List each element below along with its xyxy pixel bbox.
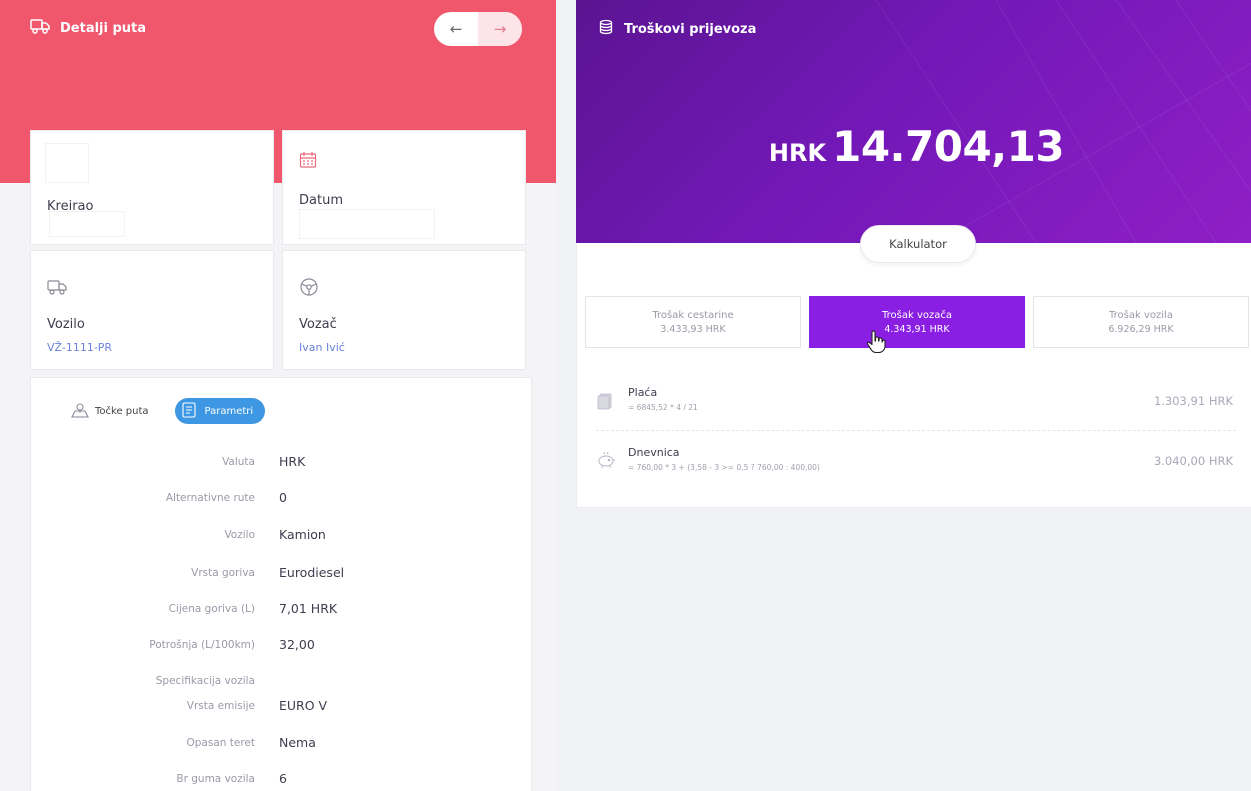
trip-details-title-text: Detalji puta: [60, 20, 147, 36]
param-row-emission: Vrsta emisije EURO V: [31, 696, 533, 716]
total-cost: HRK 14.704,13: [576, 122, 1251, 171]
steering-wheel-icon: [299, 277, 319, 301]
param-value: Eurodiesel: [279, 565, 345, 580]
param-row-hazardous: Opasan teret Nema: [31, 733, 533, 753]
vehicle-card: Vozilo VŽ-1111-PR: [30, 250, 274, 370]
forward-arrow-button[interactable]: →: [478, 12, 522, 46]
param-value: 7,01 HRK: [279, 601, 338, 616]
param-key: Br guma vozila: [176, 773, 255, 785]
param-value: 6: [279, 771, 287, 786]
param-section-heading: Specifikacija vozila: [155, 675, 255, 687]
trip-params-card: Točke puta Parametri Valuta HRK Alternat…: [30, 377, 532, 791]
transport-costs-title: Troškovi prijevoza: [598, 19, 756, 39]
cost-item-amount: 1.303,91 HRK: [1153, 394, 1233, 408]
param-key: Valuta: [222, 456, 255, 468]
driver-name-link[interactable]: Ivan Ivić: [299, 341, 345, 354]
cost-item-amount: 3.040,00 HRK: [1153, 454, 1233, 468]
param-key: Potrošnja (L/100km): [149, 639, 255, 651]
param-row-fuel-price: Cijena goriva (L) 7,01 HRK: [31, 599, 533, 619]
cost-item-formula: = 6845,52 * 4 / 21: [628, 403, 698, 412]
tab-waypoints-label: Točke puta: [95, 405, 149, 417]
total-currency: HRK: [768, 139, 827, 167]
vehicle-plate-link[interactable]: VŽ-1111-PR: [47, 341, 112, 354]
trip-details-title: Detalji puta: [30, 18, 146, 38]
vehicle-label: Vozilo: [47, 317, 85, 332]
map-icon: [71, 402, 89, 421]
money-stack-icon: [596, 392, 614, 414]
piggy-bank-icon: [596, 449, 616, 474]
driver-card: Vozač Ivan Ivić: [282, 250, 526, 370]
coins-icon: [598, 19, 614, 39]
transport-costs-header: Troškovi prijevoza HRK 14.704,13: [576, 0, 1251, 243]
date-value-placeholder: [299, 209, 435, 239]
cost-tab-name: Trošak vozila: [1109, 309, 1173, 321]
tab-parameters-label: Parametri: [204, 405, 254, 417]
cost-tab-name: Trošak cestarine: [652, 309, 734, 321]
cost-item-name: Plaća: [628, 386, 658, 399]
cost-tab-amount: 4.343,91 HRK: [884, 323, 950, 335]
param-value: Kamion: [279, 527, 326, 542]
param-value: 32,00: [279, 637, 315, 652]
total-value: 14.704,13: [832, 122, 1065, 171]
cost-tab-amount: 3.433,93 HRK: [660, 323, 726, 335]
avatar-placeholder: [45, 143, 89, 183]
calendar-icon: [299, 151, 317, 173]
transport-costs-title-text: Troškovi prijevoza: [624, 21, 757, 37]
param-key: Alternativne rute: [165, 492, 255, 504]
truck-icon: [30, 18, 50, 38]
param-row-currency: Valuta HRK: [31, 452, 533, 472]
cost-item-name: Dnevnica: [628, 446, 680, 459]
created-by-value-placeholder: [49, 211, 125, 237]
cost-item-formula: = 760,00 * 3 + (3,58 - 3 >= 0,5 ? 760,00…: [628, 463, 820, 472]
cost-tab-driver[interactable]: Trošak vozača 4.343,91 HRK: [809, 296, 1025, 348]
cost-tab-tolls[interactable]: Trošak cestarine 3.433,93 HRK: [585, 296, 801, 348]
param-row-tyres: Br guma vozila 6: [31, 769, 533, 789]
driver-label: Vozač: [299, 317, 337, 332]
param-row-vehicle-spec: Specifikacija vozila: [31, 671, 533, 691]
trip-nav-toggle: ← →: [434, 12, 522, 46]
params-tabs: Točke puta Parametri: [65, 398, 266, 424]
cost-row-daily-allowance: Dnevnica = 760,00 * 3 + (3,58 - 3 >= 0,5…: [576, 446, 1251, 490]
date-label: Datum: [299, 193, 343, 208]
cost-tab-name: Trošak vozača: [882, 309, 952, 321]
tab-parameters[interactable]: Parametri: [174, 398, 266, 424]
param-key: Vozilo: [224, 529, 255, 541]
cost-row-salary: Plaća = 6845,52 * 4 / 21 1.303,91 HRK: [576, 386, 1251, 430]
cost-tab-amount: 6.926,29 HRK: [1108, 323, 1174, 335]
param-key: Vrsta goriva: [191, 567, 255, 579]
created-by-card: Kreirao: [30, 130, 274, 245]
document-icon: [181, 401, 199, 421]
param-value: EURO V: [279, 698, 328, 713]
param-row-alt-routes: Alternativne rute 0: [31, 488, 533, 508]
cost-divider: [596, 430, 1236, 431]
back-arrow-button[interactable]: ←: [434, 12, 478, 46]
param-value: 0: [279, 490, 287, 505]
param-row-consumption: Potrošnja (L/100km) 32,00: [31, 635, 533, 655]
param-key: Opasan teret: [186, 737, 255, 749]
param-value: HRK: [279, 454, 306, 469]
param-value: Nema: [279, 735, 316, 750]
param-key: Vrsta emisije: [186, 700, 255, 712]
hand-cursor-icon: [866, 330, 886, 354]
calculator-button[interactable]: Kalkulator: [860, 225, 976, 263]
tab-waypoints[interactable]: Točke puta: [65, 398, 161, 424]
date-card: Datum: [282, 130, 526, 245]
param-key: Cijena goriva (L): [168, 603, 255, 615]
param-row-fuel-type: Vrsta goriva Eurodiesel: [31, 563, 533, 583]
truck-icon: [47, 279, 67, 299]
param-row-vehicle: Vozilo Kamion: [31, 525, 533, 545]
cost-tab-vehicle[interactable]: Trošak vozila 6.926,29 HRK: [1033, 296, 1249, 348]
